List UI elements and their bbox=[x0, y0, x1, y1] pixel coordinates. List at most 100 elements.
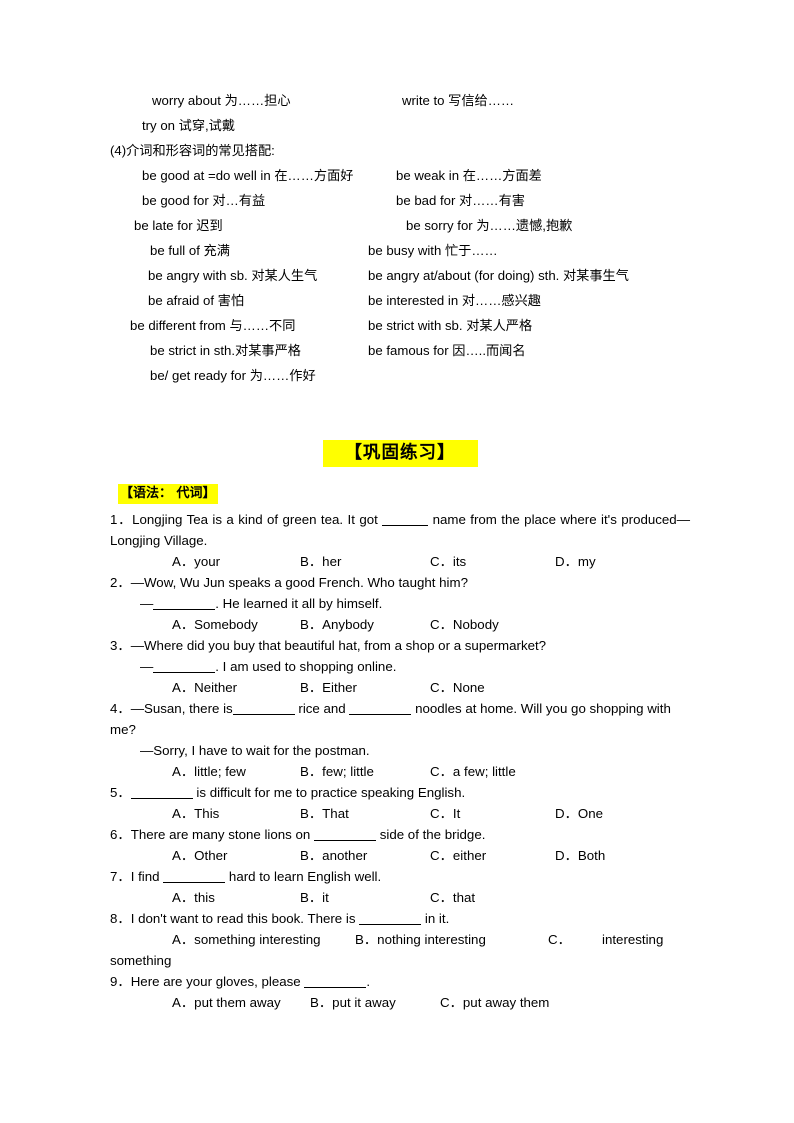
answer-blank[interactable] bbox=[314, 827, 377, 841]
phrase-left: be late for 迟到 bbox=[134, 218, 223, 233]
phrase-row: be strict in sth.对某事严格 be famous for 因….… bbox=[110, 338, 690, 363]
option-a[interactable]: A．your bbox=[172, 551, 220, 572]
option-label: B． bbox=[310, 995, 333, 1010]
option-text: your bbox=[194, 554, 221, 569]
question-reply: — . I am used to shopping online. bbox=[140, 656, 690, 677]
option-label: A． bbox=[172, 680, 195, 695]
question-text-before: —Wow, Wu Jun speaks a good French. Who t… bbox=[130, 575, 468, 590]
phrase-left: be angry with sb. 对某人生气 bbox=[148, 268, 318, 283]
phrase-left: try on 试穿,试戴 bbox=[142, 118, 236, 133]
question-stem: 8．I don't want to read this book. There … bbox=[110, 908, 690, 929]
answer-blank[interactable] bbox=[130, 785, 193, 799]
question-item: 5． is difficult for me to practice speak… bbox=[110, 782, 690, 824]
option-row: A．Somebody B．Anybody C．Nobody bbox=[140, 614, 690, 635]
answer-blank[interactable] bbox=[232, 701, 295, 715]
option-text: either bbox=[452, 848, 487, 863]
option-c[interactable]: C．Nobody bbox=[430, 614, 499, 635]
option-label: A． bbox=[172, 617, 195, 632]
question-reply: —Sorry, I have to wait for the postman. bbox=[140, 740, 690, 761]
phrase-right: be weak in 在……方面差 bbox=[396, 168, 542, 183]
question-stem: 1．Longjing Tea is a kind of green tea. I… bbox=[110, 509, 690, 551]
option-label: C． bbox=[430, 848, 453, 863]
option-text: something interesting bbox=[194, 932, 321, 947]
phrase-left: be afraid of 害怕 bbox=[148, 293, 245, 308]
grammar-heading-container: 【语法： 代词】 bbox=[110, 484, 690, 504]
question-text-before: I find bbox=[130, 869, 164, 884]
option-c[interactable]: C．None bbox=[430, 677, 485, 698]
option-a[interactable]: A．put them away bbox=[172, 992, 281, 1013]
answer-blank[interactable] bbox=[163, 869, 226, 883]
option-text: It bbox=[452, 806, 461, 821]
option-d[interactable]: D．my bbox=[555, 551, 596, 572]
question-stem: 7．I find hard to learn English well. bbox=[110, 866, 690, 887]
option-b[interactable]: B．Anybody bbox=[300, 614, 374, 635]
question-text-before: Here are your gloves, please bbox=[130, 974, 305, 989]
option-c[interactable]: C．a few; little bbox=[430, 761, 516, 782]
answer-blank-2[interactable] bbox=[349, 701, 412, 715]
option-c[interactable]: C．either bbox=[430, 845, 486, 866]
phrase-row: be angry with sb. 对某人生气 be angry at/abou… bbox=[110, 263, 690, 288]
phrase-right: be angry at/about (for doing) sth. 对某事生气 bbox=[368, 268, 629, 283]
phrase-row: be late for 迟到 be sorry for 为……遗憾,抱歉 bbox=[110, 213, 690, 238]
option-label: D． bbox=[555, 554, 578, 569]
answer-blank[interactable] bbox=[153, 659, 216, 673]
option-label: B． bbox=[300, 890, 323, 905]
option-label: A． bbox=[172, 932, 195, 947]
option-b[interactable]: B．Either bbox=[300, 677, 357, 698]
option-d[interactable]: D．Both bbox=[555, 845, 605, 866]
phrase-right: write to 写信给…… bbox=[402, 93, 515, 108]
question-item: 7．I find hard to learn English well. A．t… bbox=[110, 866, 690, 908]
option-a[interactable]: A．Other bbox=[172, 845, 227, 866]
option-a[interactable]: A．something interesting bbox=[172, 929, 321, 950]
option-b[interactable]: B．nothing interesting bbox=[355, 929, 486, 950]
question-number: 8． bbox=[110, 911, 131, 926]
option-a[interactable]: A．This bbox=[172, 803, 219, 824]
question-stem: 5． is difficult for me to practice speak… bbox=[110, 782, 690, 803]
phrase-row: worry about 为……担心 write to 写信给…… bbox=[110, 88, 690, 113]
option-b[interactable]: B．it bbox=[300, 887, 329, 908]
phrase-left: be/ get ready for 为……作好 bbox=[150, 368, 316, 383]
question-stem: 3．—Where did you buy that beautiful hat,… bbox=[110, 635, 690, 656]
phrase-left: be good for 对…有益 bbox=[142, 193, 266, 208]
option-label: C． bbox=[430, 890, 453, 905]
phrase-left: worry about 为……担心 bbox=[152, 93, 291, 108]
option-c[interactable]: C．its bbox=[430, 551, 466, 572]
option-a[interactable]: A．little; few bbox=[172, 761, 246, 782]
option-c[interactable]: C．that bbox=[430, 887, 475, 908]
option-text: put away them bbox=[462, 995, 550, 1010]
option-text: put them away bbox=[194, 995, 281, 1010]
option-a[interactable]: A．Neither bbox=[172, 677, 237, 698]
option-b[interactable]: B．another bbox=[300, 845, 367, 866]
option-label: C． bbox=[430, 554, 453, 569]
answer-blank[interactable] bbox=[304, 974, 367, 988]
option-row: A．little; few B．few; little C．a few; lit… bbox=[140, 761, 690, 782]
option-text: it bbox=[322, 890, 329, 905]
option-c[interactable]: C．It bbox=[430, 803, 460, 824]
answer-blank[interactable] bbox=[382, 512, 429, 526]
question-number: 4． bbox=[110, 701, 131, 716]
option-label: B． bbox=[300, 806, 323, 821]
option-a[interactable]: A．this bbox=[172, 887, 215, 908]
question-text-before: —Where did you buy that beautiful hat, f… bbox=[130, 638, 547, 653]
option-text: Nobody bbox=[452, 617, 499, 632]
option-label: B． bbox=[300, 764, 323, 779]
option-text: Either bbox=[322, 680, 357, 695]
option-c[interactable]: C．put away them bbox=[440, 992, 549, 1013]
question-stem: 9．Here are your gloves, please . bbox=[110, 971, 690, 992]
phrase-row: be good at =do well in 在……方面好 be weak in… bbox=[110, 163, 690, 188]
option-b[interactable]: B．put it away bbox=[310, 992, 396, 1013]
option-b[interactable]: B．her bbox=[300, 551, 341, 572]
option-b[interactable]: B．few; little bbox=[300, 761, 374, 782]
answer-blank[interactable] bbox=[153, 596, 216, 610]
option-c[interactable]: C． bbox=[548, 929, 571, 950]
option-d[interactable]: D．One bbox=[555, 803, 603, 824]
option-label: D． bbox=[555, 848, 578, 863]
question-text-before: There are many stone lions on bbox=[130, 827, 315, 842]
option-a[interactable]: A．Somebody bbox=[172, 614, 258, 635]
answer-blank[interactable] bbox=[359, 911, 422, 925]
option-text: that bbox=[452, 890, 476, 905]
option-label: C． bbox=[430, 617, 453, 632]
question-item: 3．—Where did you buy that beautiful hat,… bbox=[110, 635, 690, 698]
option-b[interactable]: B．That bbox=[300, 803, 349, 824]
option-text: its bbox=[452, 554, 467, 569]
